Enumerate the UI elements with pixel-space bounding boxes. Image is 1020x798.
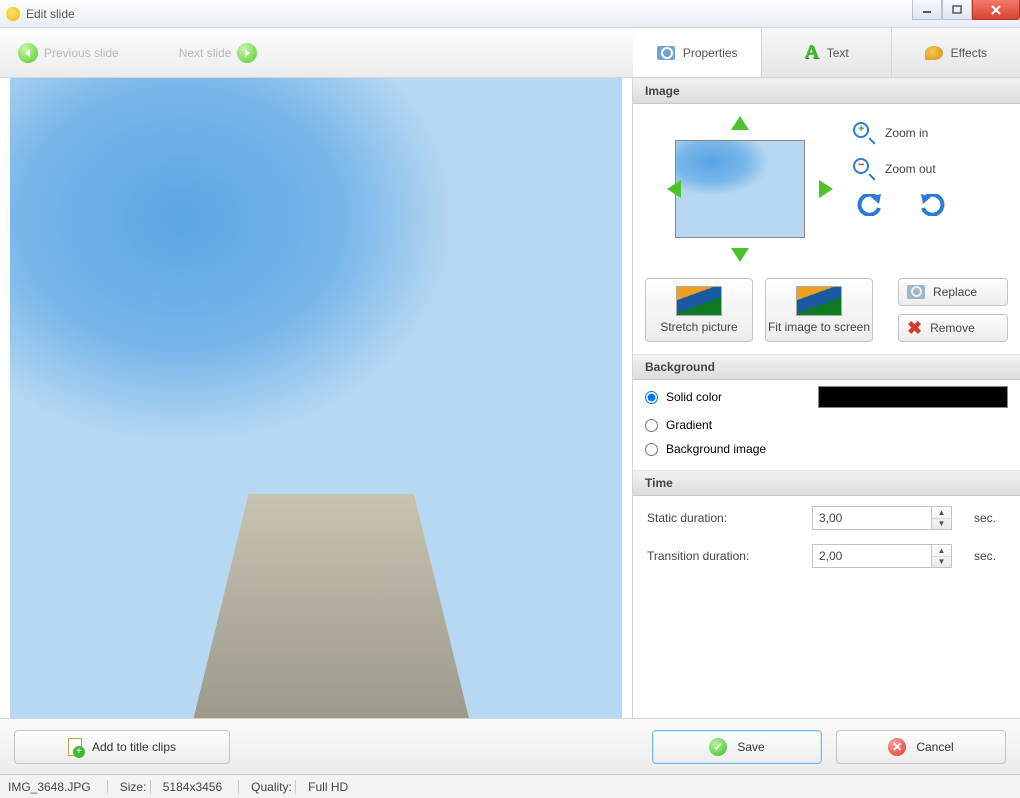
zoom-in-label: Zoom in: [885, 126, 928, 140]
slide-image: [10, 78, 622, 718]
save-button[interactable]: ✓ Save: [652, 730, 822, 764]
rotate-right-icon: [919, 194, 945, 216]
nudge-left-icon[interactable]: [647, 180, 681, 198]
bg-gradient-label: Gradient: [666, 418, 712, 432]
transition-duration-stepper[interactable]: ▲▼: [932, 544, 952, 568]
add-clip-label: Add to title clips: [92, 740, 176, 754]
image-thumbnail: [675, 140, 805, 238]
tab-text[interactable]: A Text: [762, 28, 891, 77]
status-filename: IMG_3648.JPG: [8, 780, 91, 794]
remove-label: Remove: [930, 321, 975, 335]
palette-icon: [925, 46, 943, 60]
footer: Add to title clips ✓ Save ✕ Cancel: [0, 718, 1020, 774]
bg-gradient-radio[interactable]: [645, 419, 658, 432]
replace-button[interactable]: Replace: [898, 278, 1008, 306]
static-duration-value: 3,00: [819, 511, 842, 525]
background-section-header: Background: [633, 354, 1020, 380]
slide-canvas[interactable]: [10, 78, 622, 718]
add-to-title-clips-button[interactable]: Add to title clips: [14, 730, 230, 764]
previous-slide-label: Previous slide: [44, 46, 119, 60]
save-label: Save: [737, 740, 764, 754]
zoom-out-label: Zoom out: [885, 162, 936, 176]
bg-color-swatch[interactable]: [818, 386, 1008, 408]
fit-label: Fit image to screen: [768, 320, 870, 334]
static-duration-label: Static duration:: [647, 511, 812, 525]
stretch-picture-button[interactable]: Stretch picture: [645, 278, 753, 342]
zoom-out-icon: −: [853, 158, 875, 180]
nudge-right-icon[interactable]: [819, 180, 833, 198]
tab-properties-label: Properties: [683, 46, 738, 60]
cancel-button[interactable]: ✕ Cancel: [836, 730, 1006, 764]
bg-solid-label: Solid color: [666, 390, 722, 404]
nudge-down-icon[interactable]: [731, 248, 749, 262]
remove-icon: ✖: [907, 319, 922, 337]
time-section-header: Time: [633, 470, 1020, 496]
zoom-out-button[interactable]: − Zoom out: [853, 158, 945, 180]
window-title: Edit slide: [26, 7, 75, 21]
arrow-left-icon: [18, 43, 38, 63]
tab-text-label: Text: [827, 46, 849, 60]
title-bar: Edit slide: [0, 0, 1020, 28]
minimize-button[interactable]: [912, 0, 942, 20]
zoom-in-icon: +: [853, 122, 875, 144]
bg-solid-radio[interactable]: [645, 391, 658, 404]
cancel-label: Cancel: [916, 740, 953, 754]
tab-effects[interactable]: Effects: [892, 28, 1020, 77]
static-unit: sec.: [966, 511, 1006, 525]
remove-button[interactable]: ✖ Remove: [898, 314, 1008, 342]
image-section-header: Image: [633, 78, 1020, 104]
fit-icon: [796, 286, 842, 316]
stretch-label: Stretch picture: [660, 320, 737, 334]
bg-image-radio[interactable]: [645, 443, 658, 456]
status-quality: Quality: Full HD: [238, 780, 348, 794]
replace-icon: [907, 285, 925, 299]
zoom-in-button[interactable]: + Zoom in: [853, 122, 945, 144]
transition-unit: sec.: [966, 549, 1006, 563]
close-button[interactable]: [972, 0, 1020, 20]
text-icon: A: [804, 41, 818, 64]
static-duration-stepper[interactable]: ▲▼: [932, 506, 952, 530]
rotate-left-button[interactable]: [857, 194, 883, 216]
transition-duration-value: 2,00: [819, 549, 842, 563]
tab-properties[interactable]: Properties: [633, 28, 762, 77]
stretch-icon: [676, 286, 722, 316]
previous-slide-link[interactable]: Previous slide: [18, 43, 119, 63]
tab-effects-label: Effects: [951, 46, 987, 60]
fit-image-button[interactable]: Fit image to screen: [765, 278, 873, 342]
next-slide-link[interactable]: Next slide: [179, 43, 258, 63]
image-position-control[interactable]: [645, 114, 835, 264]
app-icon: [6, 7, 20, 21]
transition-duration-label: Transition duration:: [647, 549, 812, 563]
transition-duration-input[interactable]: 2,00: [812, 544, 932, 568]
rotate-right-button[interactable]: [919, 194, 945, 216]
replace-label: Replace: [933, 285, 977, 299]
next-slide-label: Next slide: [179, 46, 232, 60]
arrow-right-icon: [237, 43, 257, 63]
status-bar: IMG_3648.JPG Size: 5184x3456 Quality: Fu…: [0, 774, 1020, 798]
rotate-left-icon: [857, 194, 883, 216]
status-size: Size: 5184x3456: [107, 780, 222, 794]
bg-image-label: Background image: [666, 442, 766, 456]
maximize-button[interactable]: [942, 0, 972, 20]
camera-icon: [657, 46, 675, 60]
static-duration-input[interactable]: 3,00: [812, 506, 932, 530]
nudge-up-icon[interactable]: [731, 116, 749, 130]
